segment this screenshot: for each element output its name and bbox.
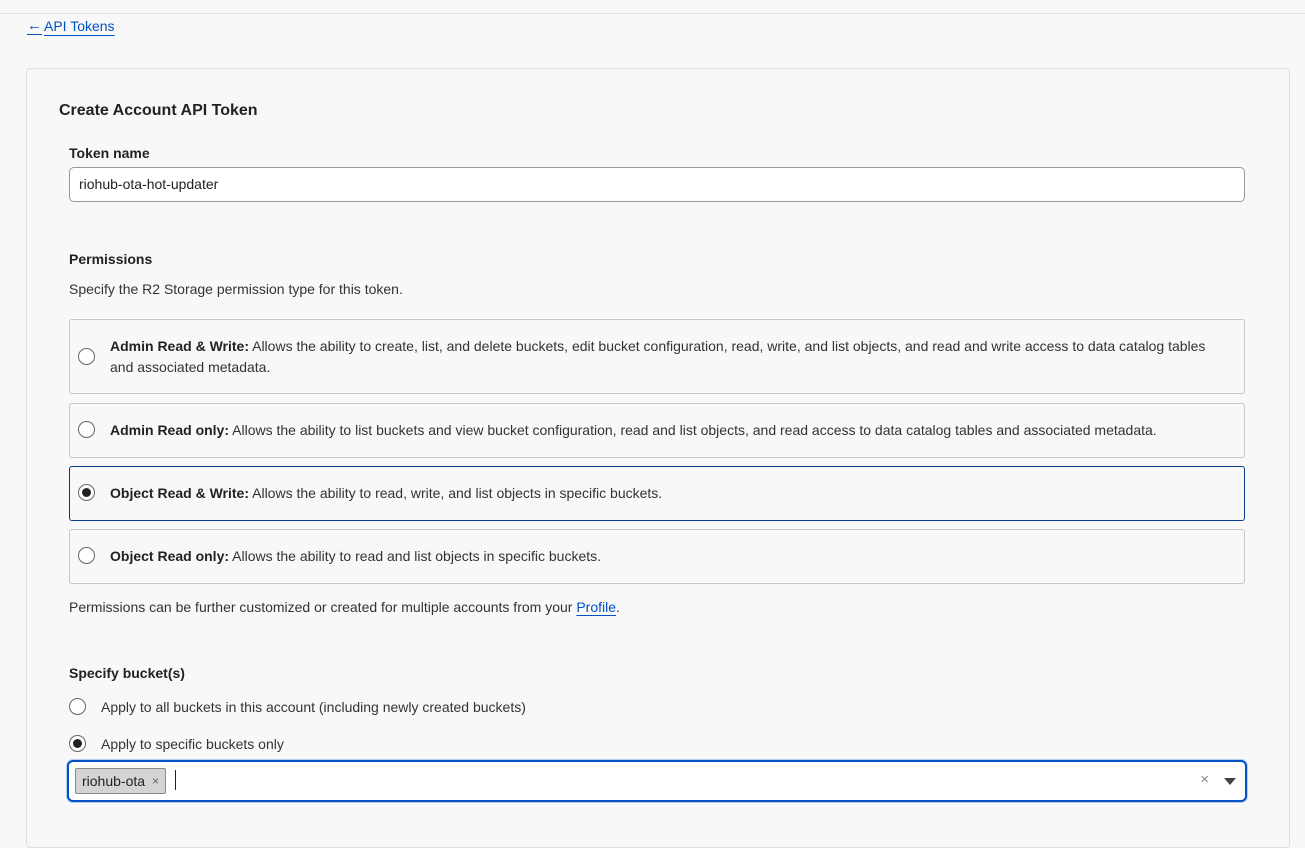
permission-option-object-read-only[interactable]: Object Read only: Allows the ability to … [69, 529, 1245, 584]
bucket-option-all[interactable]: Apply to all buckets in this account (in… [69, 698, 526, 715]
permissions-note: Permissions can be further customized or… [69, 599, 620, 615]
permission-option-name: Object Read only: [110, 548, 230, 564]
bucket-select-input[interactable]: riohub-ota × × [67, 760, 1247, 802]
back-to-api-tokens-link[interactable]: ← API Tokens [27, 17, 115, 34]
radio-button[interactable] [78, 547, 95, 564]
create-token-card: Create Account API Token Token name rioh… [26, 68, 1290, 848]
permission-option-desc: Allows the ability to read and list obje… [232, 548, 602, 564]
token-name-label: Token name [69, 145, 150, 161]
bucket-option-label: Apply to specific buckets only [101, 735, 284, 752]
arrow-left-icon: ← [27, 17, 42, 34]
permission-option-text: Object Read only: Allows the ability to … [110, 546, 1214, 567]
permission-option-text: Admin Read only: Allows the ability to l… [110, 420, 1214, 441]
permission-option-name: Admin Read & Write: [110, 338, 249, 354]
token-name-input[interactable]: riohub-ota-hot-updater [69, 167, 1245, 202]
permission-option-text: Admin Read & Write: Allows the ability t… [110, 336, 1214, 378]
top-divider [0, 13, 1305, 14]
permissions-label: Permissions [69, 251, 153, 267]
permission-option-desc: Allows the ability to list buckets and v… [232, 422, 1157, 438]
dropdown-arrow-icon[interactable] [1224, 778, 1236, 785]
permission-option-text: Object Read & Write: Allows the ability … [110, 483, 1214, 504]
radio-button[interactable] [69, 698, 86, 715]
bucket-option-label: Apply to all buckets in this account (in… [101, 698, 526, 715]
radio-button-checked[interactable] [78, 484, 95, 501]
back-link-label: API Tokens [44, 17, 115, 34]
permission-option-admin-read-only[interactable]: Admin Read only: Allows the ability to l… [69, 403, 1245, 458]
bucket-chip: riohub-ota × [75, 768, 167, 794]
permission-option-admin-read-write[interactable]: Admin Read & Write: Allows the ability t… [69, 319, 1245, 394]
permission-option-name: Object Read & Write: [110, 485, 249, 501]
permission-option-object-read-write[interactable]: Object Read & Write: Allows the ability … [69, 466, 1245, 521]
permission-option-name: Admin Read only: [110, 422, 230, 438]
radio-button[interactable] [78, 348, 95, 365]
clear-selection-icon[interactable]: × [1200, 771, 1209, 788]
radio-button-checked[interactable] [69, 735, 86, 752]
permission-option-desc: Allows the ability to create, list, and … [110, 338, 1206, 375]
specify-buckets-label: Specify bucket(s) [69, 665, 185, 681]
bucket-option-specific[interactable]: Apply to specific buckets only [69, 735, 284, 752]
permission-option-desc: Allows the ability to read, write, and l… [252, 485, 663, 501]
permissions-note-suffix: . [616, 599, 620, 615]
permissions-description: Specify the R2 Storage permission type f… [69, 281, 403, 297]
remove-chip-icon[interactable]: × [152, 774, 159, 788]
profile-link[interactable]: Profile [576, 599, 616, 615]
permissions-note-text: Permissions can be further customized or… [69, 599, 573, 615]
text-cursor [175, 770, 176, 790]
radio-button[interactable] [78, 421, 95, 438]
page-title: Create Account API Token [59, 102, 258, 119]
bucket-chip-label: riohub-ota [82, 773, 146, 789]
